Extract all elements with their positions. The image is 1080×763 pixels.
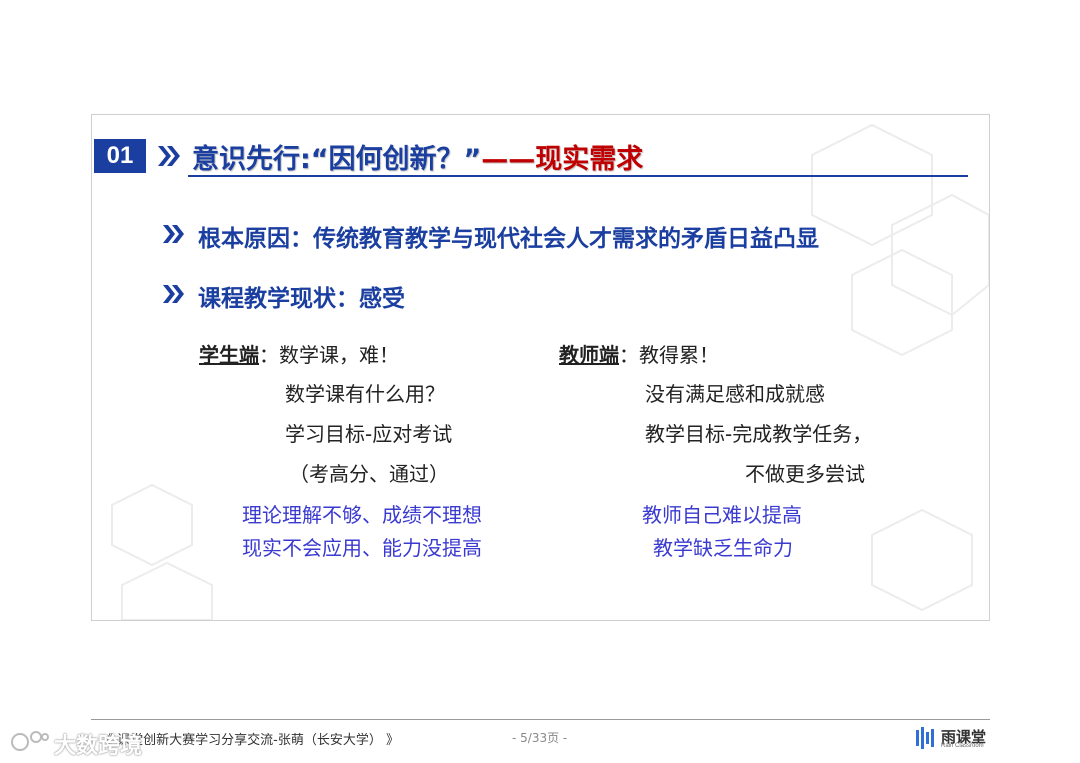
page-indicator: - 5/33页 -: [512, 731, 568, 745]
student-label: 学生端: [199, 343, 259, 367]
student-line3: 学习目标-应对考试: [285, 422, 453, 446]
teacher-label: 教师端: [559, 343, 619, 367]
double-chevron-icon: [163, 285, 184, 303]
bullet-text: 课程教学现状：感受: [198, 286, 405, 312]
student-line1: ：数学课，难！: [259, 343, 399, 367]
slide: 01 意识先行:“因何创新？”——现实需求 根本原因：传统教育教学与现代社会人才…: [91, 114, 990, 621]
slide-title: 意识先行:“因何创新？”——现实需求: [192, 137, 643, 176]
teacher-line3: 教学目标-完成教学任务，: [645, 422, 873, 446]
teacher-blue2: 教学缺乏生命力: [653, 536, 793, 560]
footer-divider: [91, 719, 990, 720]
teacher-blue1: 教师自己难以提高: [642, 503, 802, 527]
rain-classroom-icon: [916, 727, 934, 749]
double-chevron-icon: [158, 146, 180, 166]
teacher-line1: ：教得累！: [619, 343, 719, 367]
title-main: 意识先行:“因何创新？”: [192, 144, 482, 175]
title-highlight: ——现实需求: [481, 144, 644, 175]
title-underline: [188, 175, 968, 177]
watermark: 大数跨境: [10, 726, 160, 759]
logo-subtitle: Rain Classroom: [941, 743, 984, 749]
double-chevron-icon: [163, 225, 184, 243]
student-line2: 数学课有什么用？: [285, 382, 445, 406]
watermark-icon: [11, 731, 49, 751]
section-number-badge: 01: [94, 139, 146, 173]
bullet-text: 根本原因：传统教育教学与现代社会人才需求的矛盾日益凸显: [198, 226, 819, 252]
teacher-line2: 没有满足感和成就感: [645, 382, 825, 406]
student-blue1: 理论理解不够、成绩不理想: [242, 503, 482, 527]
teacher-line4: 不做更多尝试: [745, 462, 865, 486]
watermark-text: 大数跨境: [54, 734, 143, 759]
rain-classroom-logo: 雨课堂 Rain Classroom: [915, 726, 995, 752]
teacher-heading: 教师端：教得累！: [559, 339, 719, 368]
student-heading: 学生端：数学课，难！: [199, 339, 399, 368]
student-blue2: 现实不会应用、能力没提高: [242, 536, 482, 560]
student-line4: （考高分、通过）: [289, 462, 449, 486]
